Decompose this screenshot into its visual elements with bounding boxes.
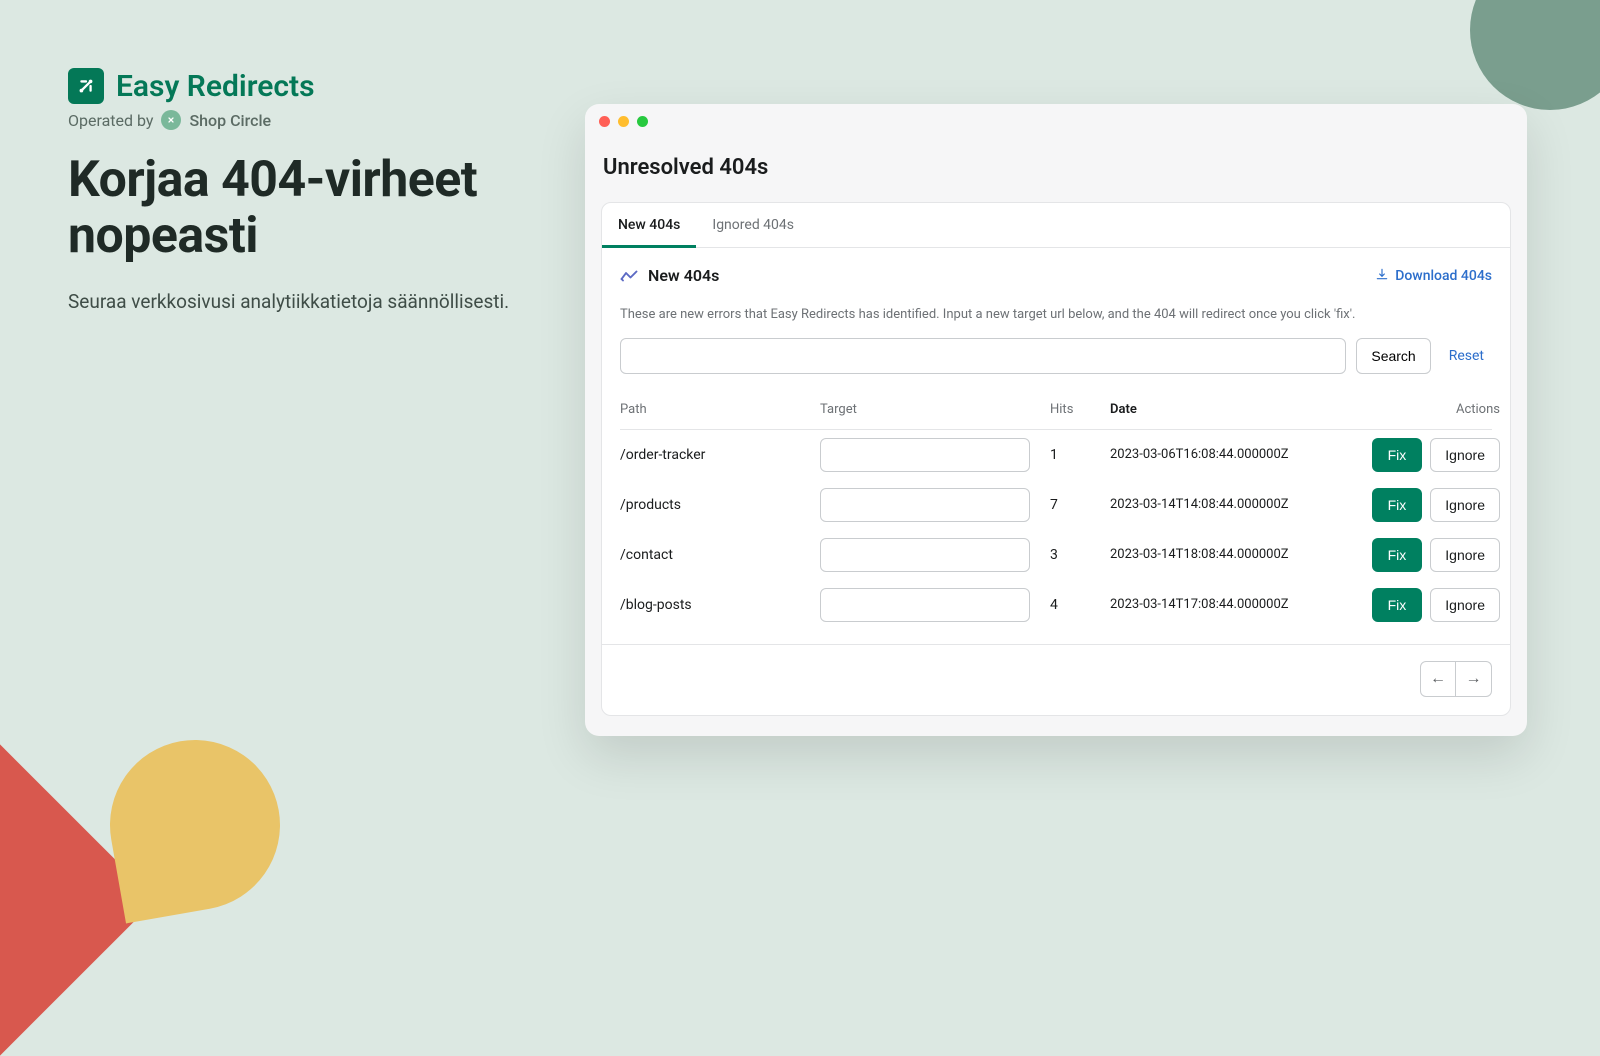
download-icon (1375, 267, 1389, 285)
tabs: New 404s Ignored 404s (602, 203, 1510, 248)
marketing-headline: Korjaa 404-virheet nopeasti (68, 152, 518, 264)
fix-button[interactable]: Fix (1372, 538, 1423, 572)
table-header: Path Target Hits Date Actions (620, 390, 1492, 430)
cell-hits: 4 (1050, 597, 1110, 613)
col-actions: Actions (1310, 402, 1500, 417)
pagination: ← → (602, 644, 1510, 715)
col-hits: Hits (1050, 402, 1110, 417)
page-title: Unresolved 404s (603, 155, 1511, 180)
download-404s-link[interactable]: Download 404s (1375, 267, 1492, 285)
fix-button[interactable]: Fix (1372, 488, 1423, 522)
table-row: /blog-posts 4 2023-03-14T17:08:44.000000… (620, 580, 1492, 630)
table-row: /order-tracker 1 2023-03-06T16:08:44.000… (620, 430, 1492, 480)
brand-logo: Easy Redirects (68, 68, 518, 104)
ignore-button[interactable]: Ignore (1430, 538, 1500, 572)
page-prev-button[interactable]: ← (1420, 661, 1456, 697)
ignore-button[interactable]: Ignore (1430, 488, 1500, 522)
cell-path: /blog-posts (620, 597, 820, 613)
decorative-blob (97, 727, 294, 924)
operator-name: Shop Circle (189, 111, 271, 130)
target-input[interactable] (820, 588, 1030, 622)
window-close-icon[interactable] (599, 116, 610, 127)
fix-button[interactable]: Fix (1372, 588, 1423, 622)
cell-path: /order-tracker (620, 447, 820, 463)
search-input[interactable] (620, 338, 1346, 374)
col-date[interactable]: Date (1110, 402, 1310, 417)
trend-icon (620, 270, 638, 282)
col-path: Path (620, 402, 820, 417)
cell-path: /contact (620, 547, 820, 563)
tab-new-404s[interactable]: New 404s (602, 203, 696, 248)
cell-date: 2023-03-14T17:08:44.000000Z (1110, 596, 1310, 614)
ignore-button[interactable]: Ignore (1430, 438, 1500, 472)
reset-link[interactable]: Reset (1441, 348, 1492, 364)
cell-hits: 1 (1050, 447, 1110, 463)
operated-by: Operated by Shop Circle (68, 110, 518, 130)
window-titlebar (585, 104, 1527, 139)
cell-hits: 7 (1050, 497, 1110, 513)
download-label: Download 404s (1395, 268, 1492, 284)
ignore-button[interactable]: Ignore (1430, 588, 1500, 622)
decorative-circle (1470, 0, 1600, 110)
search-button[interactable]: Search (1356, 338, 1430, 374)
app-window: Unresolved 404s New 404s Ignored 404s Ne… (585, 104, 1527, 736)
brand-name: Easy Redirects (116, 69, 315, 104)
target-input[interactable] (820, 438, 1030, 472)
col-target: Target (820, 402, 1050, 417)
table-row: /products 7 2023-03-14T14:08:44.000000Z … (620, 480, 1492, 530)
cell-path: /products (620, 497, 820, 513)
target-input[interactable] (820, 488, 1030, 522)
window-zoom-icon[interactable] (637, 116, 648, 127)
table-row: /contact 3 2023-03-14T18:08:44.000000Z F… (620, 530, 1492, 580)
section-title: New 404s (648, 266, 719, 285)
cell-date: 2023-03-14T18:08:44.000000Z (1110, 546, 1310, 564)
tab-ignored-404s[interactable]: Ignored 404s (696, 203, 810, 247)
cell-date: 2023-03-06T16:08:44.000000Z (1110, 446, 1310, 464)
brand-mark-icon (68, 68, 104, 104)
cell-date: 2023-03-14T14:08:44.000000Z (1110, 496, 1310, 514)
fix-button[interactable]: Fix (1372, 438, 1423, 472)
target-input[interactable] (820, 538, 1030, 572)
main-card: New 404s Ignored 404s New 404s Download … (601, 202, 1511, 716)
section-description: These are new errors that Easy Redirects… (602, 295, 1510, 324)
operated-prefix: Operated by (68, 111, 153, 130)
marketing-subhead: Seuraa verkkosivusi analytiikkatietoja s… (68, 288, 518, 317)
page-next-button[interactable]: → (1456, 661, 1492, 697)
window-minimize-icon[interactable] (618, 116, 629, 127)
operator-badge-icon (161, 110, 181, 130)
cell-hits: 3 (1050, 547, 1110, 563)
